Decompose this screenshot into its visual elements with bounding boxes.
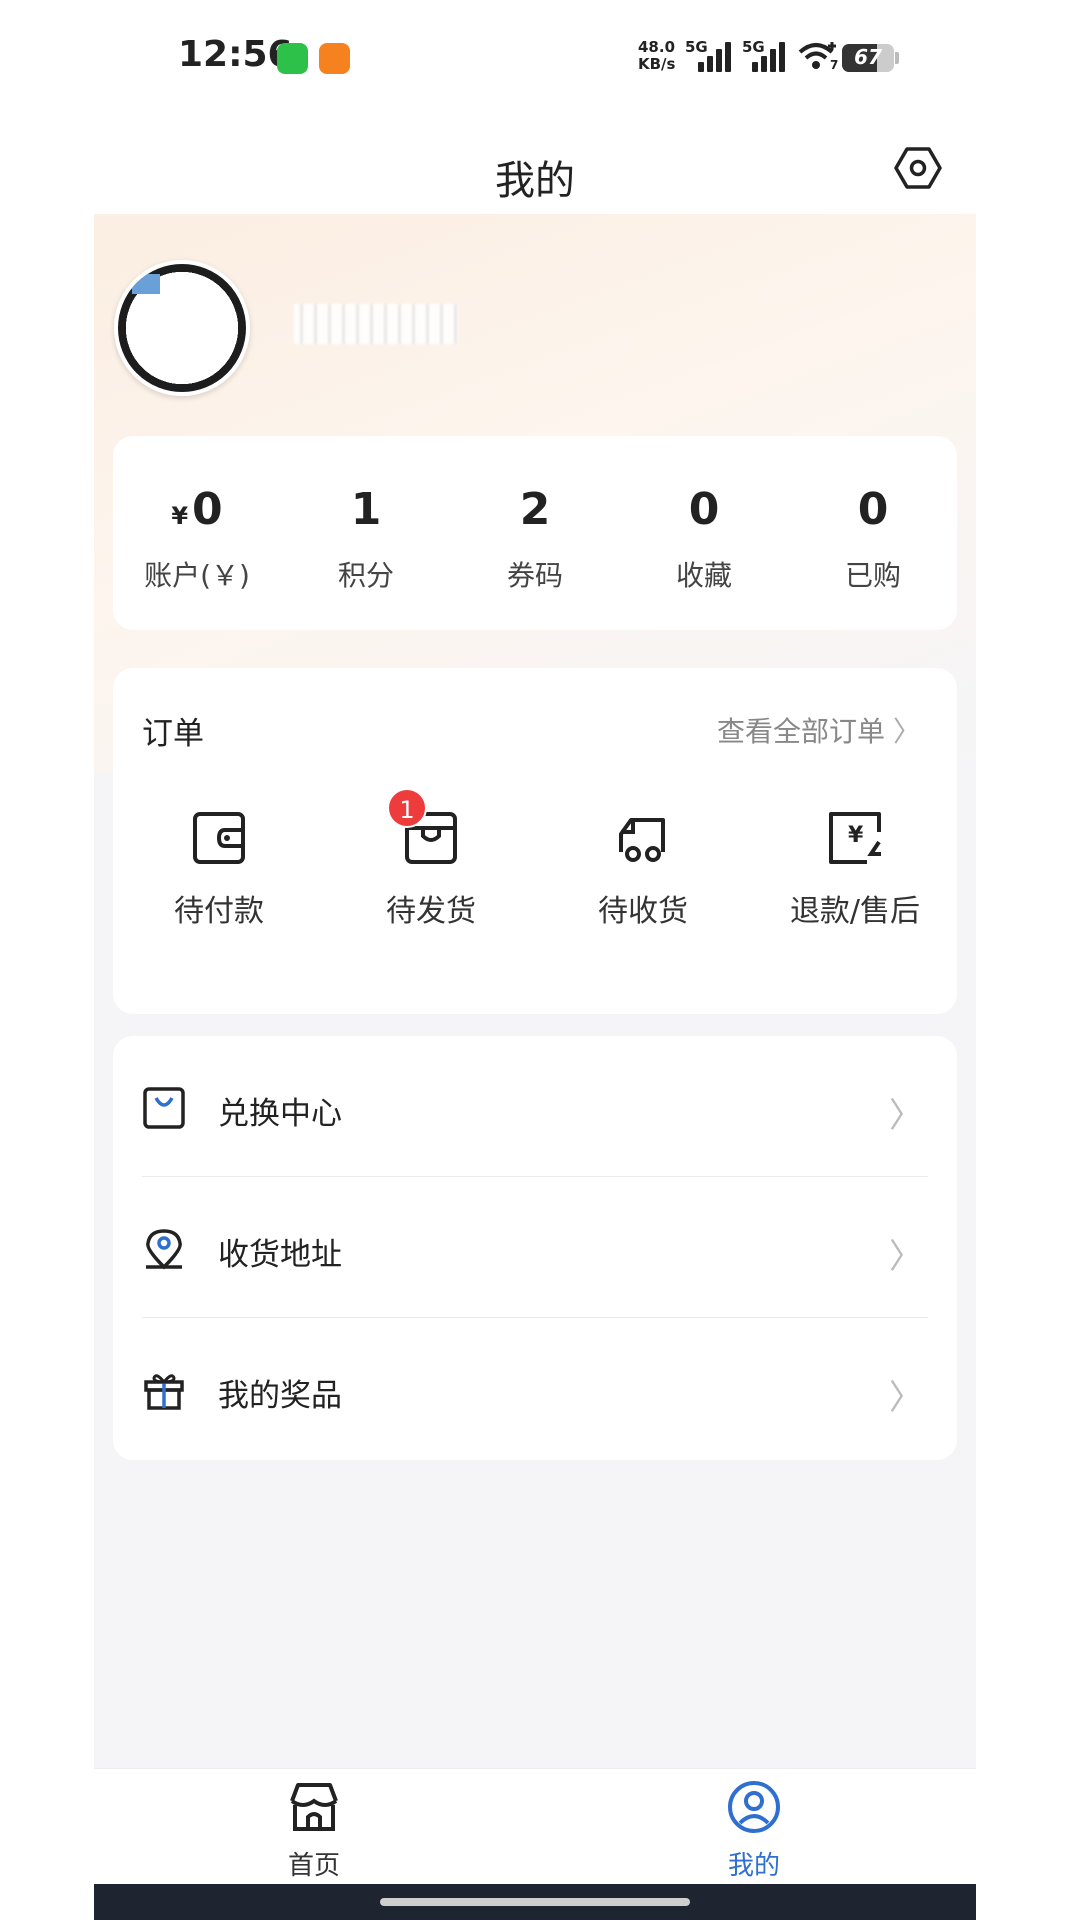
stat-favorites-value: 0	[688, 484, 720, 535]
stat-purchased-label: 已购	[844, 559, 901, 592]
stat-coupons-value: 2	[519, 484, 551, 535]
wifi-sub-label: 7	[830, 58, 839, 72]
svg-text:¥: ¥	[848, 823, 864, 848]
view-all-orders-link[interactable]: 查看全部订单〉	[717, 710, 921, 750]
refund-icon: ¥	[829, 812, 881, 864]
battery-level: 67	[854, 45, 882, 69]
signal-1-icon	[698, 40, 734, 72]
chevron-right-icon: 〉	[889, 1237, 923, 1277]
order-pending-shipment[interactable]: 1 待发货	[325, 788, 537, 929]
wallet-icon	[193, 812, 245, 864]
menu-item-my-prizes-label: 我的奖品	[218, 1378, 342, 1414]
orders-title: 订单	[142, 716, 204, 752]
order-pending-receipt-label: 待收货	[598, 894, 688, 929]
menu-item-exchange-center[interactable]: 兑换中心 〉	[113, 1036, 957, 1177]
order-pending-payment-label: 待付款	[174, 894, 264, 929]
order-refund-aftersales[interactable]: ¥ 退款/售后	[749, 808, 961, 929]
tab-mine-label: 我的	[727, 1851, 780, 1881]
truck-icon	[619, 818, 665, 862]
network-speed: 48.0 KB/s	[638, 39, 675, 73]
app-screen: 我的 ¥0 账户(￥) 1 积分 2 券码 0 收藏 0 已购 订单 查看全部订…	[94, 118, 976, 1920]
stat-points[interactable]: 1 积分	[282, 436, 450, 630]
page-title: 我的	[495, 158, 575, 204]
gift-icon	[144, 1374, 184, 1410]
tab-home-label: 首页	[287, 1851, 340, 1881]
stats-card: ¥0 账户(￥) 1 积分 2 券码 0 收藏 0 已购	[113, 436, 957, 630]
orders-card: 订单 查看全部订单〉 待付款 1 待发货 待收货 ¥ 退款/售后	[113, 668, 957, 1014]
battery-icon: 67	[842, 44, 894, 72]
signal-2-icon	[752, 40, 788, 72]
currency-symbol: ¥	[171, 502, 189, 530]
stat-account-number: 0	[192, 484, 223, 535]
chevron-right-icon: 〉	[889, 1378, 923, 1418]
stat-account-label: 账户(￥)	[144, 559, 250, 592]
order-pending-shipment-label: 待发货	[386, 894, 476, 929]
network-speed-unit: KB/s	[638, 55, 676, 73]
view-all-orders-label: 查看全部订单	[716, 715, 885, 748]
settings-icon[interactable]	[894, 144, 942, 192]
stat-purchased[interactable]: 0 已购	[789, 436, 957, 630]
menu-item-exchange-center-label: 兑换中心	[218, 1096, 342, 1132]
status-bar: 12:56 48.0 KB/s 5G 5G 7 67	[0, 0, 1080, 118]
tab-bar: 首页 我的	[94, 1768, 976, 1884]
chevron-right-icon: 〉	[892, 715, 921, 748]
network-speed-value: 48.0	[638, 38, 676, 56]
shopping-bag-icon	[143, 1087, 185, 1129]
location-pin-icon	[146, 1229, 182, 1270]
avatar[interactable]	[114, 260, 250, 396]
stat-account-value: ¥0	[113, 484, 281, 535]
battery-tip	[895, 52, 899, 64]
stat-coupons[interactable]: 2 券码	[451, 436, 619, 630]
top-bar: 我的	[94, 118, 976, 214]
menu-item-shipping-address[interactable]: 收货地址 〉	[113, 1177, 957, 1318]
shopping-app-notification-icon	[319, 43, 350, 74]
status-time: 12:56	[178, 34, 293, 75]
stat-points-label: 积分	[337, 559, 394, 592]
wechat-notification-icon	[277, 43, 308, 74]
stat-account-balance[interactable]: ¥0 账户(￥)	[113, 436, 281, 630]
stat-favorites[interactable]: 0 收藏	[620, 436, 788, 630]
stat-purchased-value: 0	[857, 484, 889, 535]
chevron-right-icon: 〉	[889, 1096, 923, 1136]
menu-item-shipping-address-label: 收货地址	[218, 1237, 342, 1273]
order-pending-payment[interactable]: 待付款	[113, 808, 325, 929]
stat-coupons-label: 券码	[506, 559, 563, 592]
home-indicator[interactable]	[380, 1898, 690, 1906]
stat-points-value: 1	[350, 484, 382, 535]
user-circle-icon	[728, 1781, 780, 1833]
system-navigation-bar	[94, 1884, 976, 1920]
tab-mine[interactable]: 我的	[694, 1779, 814, 1881]
tab-home[interactable]: 首页	[254, 1779, 374, 1881]
order-pending-receipt[interactable]: 待收货	[537, 808, 749, 929]
stat-favorites-label: 收藏	[675, 559, 732, 592]
order-refund-aftersales-label: 退款/售后	[789, 894, 921, 929]
username-redacted	[294, 304, 458, 344]
menu-item-my-prizes[interactable]: 我的奖品 〉	[113, 1318, 957, 1459]
pending-shipment-badge: 1	[387, 788, 427, 828]
store-icon	[290, 1783, 338, 1831]
menu-card: 兑换中心 〉 收货地址 〉 我的奖品 〉	[113, 1036, 957, 1460]
